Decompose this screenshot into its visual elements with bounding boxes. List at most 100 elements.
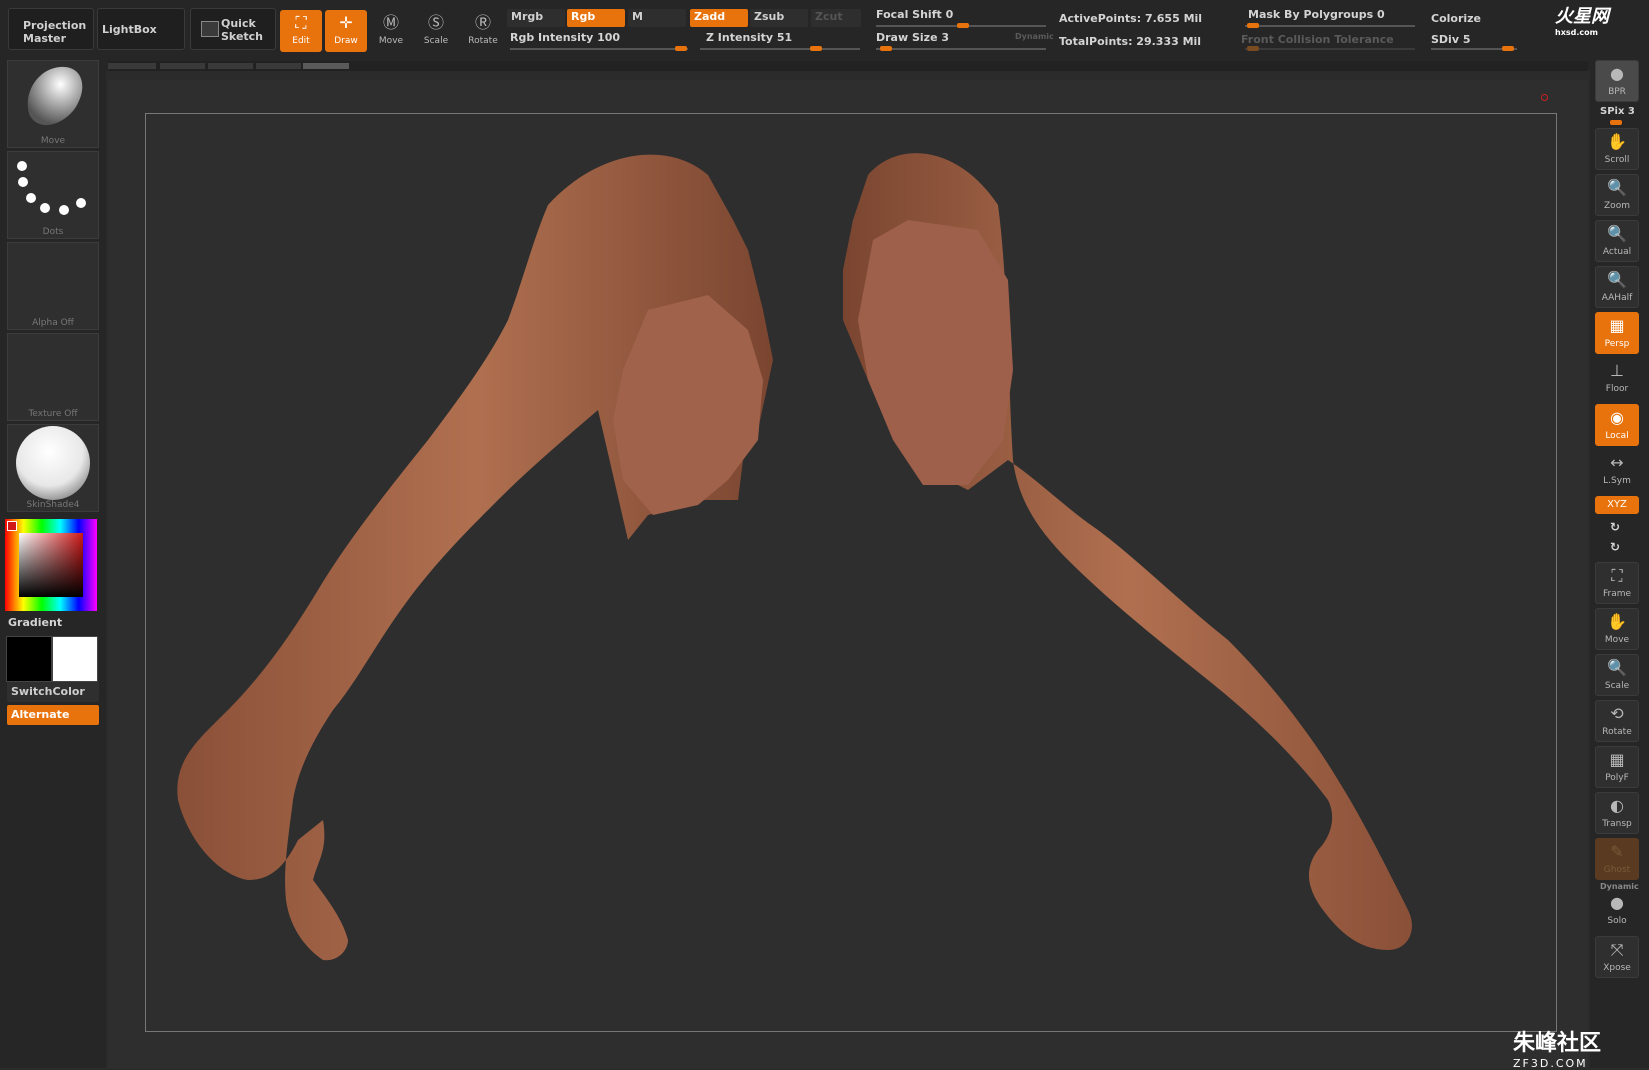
rotate-view-button[interactable]: ⟲ Rotate — [1595, 700, 1639, 742]
floor-icon: ⊥ — [1610, 361, 1624, 380]
sdiv-label: SDiv 5 — [1431, 33, 1471, 46]
aahalf-label: AAHalf — [1601, 293, 1633, 303]
rotate-tool-button[interactable]: Ⓡ Rotate — [462, 10, 504, 52]
switchcolor-button[interactable]: SwitchColor — [7, 682, 99, 702]
sdiv-knob[interactable] — [1502, 46, 1514, 51]
front-collision-slider[interactable] — [1245, 48, 1415, 50]
canvas-scroll-strip[interactable] — [108, 61, 1588, 71]
focal-shift-knob[interactable] — [957, 23, 969, 28]
edit-tool-button[interactable]: ⛶ Edit — [280, 10, 322, 52]
scale-icon: Ⓢ — [427, 13, 444, 32]
lightbox-button[interactable]: LightBox — [97, 8, 185, 50]
right-pec-mesh[interactable] — [858, 220, 1013, 485]
perspective-grid-icon: ▦ — [1609, 316, 1625, 335]
z-rotate-icon[interactable]: ↻ — [1610, 540, 1620, 554]
zcut-toggle[interactable]: Zcut — [811, 9, 861, 27]
watermark-subtext: ZF3D.COM — [1513, 1057, 1588, 1070]
actual-button[interactable]: 🔍 Actual — [1595, 220, 1639, 262]
brush-thumbnail[interactable]: Move — [7, 60, 99, 148]
zoom-button[interactable]: 🔍 Zoom — [1595, 174, 1639, 216]
persp-button[interactable]: ▦ Persp — [1595, 312, 1639, 354]
local-button[interactable]: ◉ Local — [1595, 404, 1639, 446]
actual-label: Actual — [1602, 247, 1632, 257]
lightbox-label: LightBox — [102, 23, 157, 36]
z-intensity-knob[interactable] — [810, 46, 822, 51]
move-view-button[interactable]: ✋ Move — [1595, 608, 1639, 650]
main-color-swatch[interactable] — [52, 636, 98, 682]
watermark-text: 朱峰社区 — [1513, 1031, 1602, 1056]
zf3d-watermark: 朱峰社区 ZF3D.COM — [1513, 1025, 1601, 1070]
lsym-arrows-icon: ↔ — [1610, 453, 1624, 472]
stroke-thumbnail[interactable]: Dots — [7, 151, 99, 239]
move-label: Move — [378, 36, 404, 46]
floor-button[interactable]: ⊥ Floor — [1595, 358, 1639, 400]
move-tool-button[interactable]: Ⓜ Move — [370, 10, 412, 52]
mrgb-toggle[interactable]: Mrgb — [507, 9, 565, 27]
spix-knob[interactable] — [1610, 120, 1622, 125]
front-collision-tolerance-label: Front Collision Tolerance — [1241, 33, 1394, 46]
rgb-intensity-slider[interactable] — [510, 48, 688, 50]
draw-tool-button[interactable]: ✛ Draw — [325, 10, 367, 52]
rotate-view-icon: ⟲ — [1610, 704, 1624, 723]
alternate-button[interactable]: Alternate — [7, 705, 99, 725]
spix-label: SPix 3 — [1600, 106, 1635, 117]
persp-label: Persp — [1604, 339, 1630, 349]
dots-stroke-icon — [17, 161, 86, 215]
color-picker[interactable] — [5, 519, 97, 611]
rgb-toggle[interactable]: Rgb — [567, 9, 625, 27]
dynamic-label[interactable]: Dynamic — [1015, 32, 1054, 41]
projection-master-button[interactable]: Projection Master — [8, 8, 94, 50]
color-hue-marker[interactable] — [7, 521, 17, 531]
move-brush-icon — [27, 66, 83, 126]
solo-icon: ● — [1610, 893, 1624, 912]
hand-icon: ✋ — [1607, 132, 1627, 151]
ghost-button[interactable]: ✎ Ghost — [1595, 838, 1639, 880]
m-toggle[interactable]: M — [628, 9, 686, 27]
bpr-button[interactable]: ● BPR — [1595, 60, 1639, 102]
polyf-button[interactable]: ▦ PolyF — [1595, 746, 1639, 788]
aahalf-button[interactable]: 🔍 AAHalf — [1595, 266, 1639, 308]
secondary-color-swatch[interactable] — [6, 636, 52, 682]
front-collision-knob[interactable] — [1247, 46, 1259, 51]
texture-thumbnail[interactable]: Texture Off — [7, 333, 99, 421]
lsym-button[interactable]: ↔ L.Sym — [1595, 450, 1639, 492]
draw-size-knob[interactable] — [880, 46, 892, 51]
color-saturation-square[interactable] — [19, 533, 83, 597]
material-label: SkinShade4 — [26, 500, 80, 510]
texture-label: Texture Off — [28, 409, 78, 419]
mask-polygroups-knob[interactable] — [1247, 23, 1259, 28]
mask-polygroups-slider[interactable] — [1245, 25, 1415, 27]
scale-tool-button[interactable]: Ⓢ Scale — [415, 10, 457, 52]
draw-size-label: Draw Size 3 — [876, 31, 950, 44]
zadd-toggle[interactable]: Zadd — [690, 9, 748, 27]
arm-model-viewport[interactable] — [108, 80, 1588, 1068]
transp-label: Transp — [1602, 819, 1632, 829]
quick-sketch-label-1: Quick — [221, 17, 256, 30]
scroll-button[interactable]: ✋ Scroll — [1595, 128, 1639, 170]
rgb-intensity-knob[interactable] — [675, 46, 687, 51]
xpose-button[interactable]: ⤧ Xpose — [1595, 936, 1639, 978]
quick-sketch-button[interactable]: Quick Sketch — [190, 8, 276, 50]
scroll-thumb[interactable] — [303, 63, 349, 69]
solo-button[interactable]: ● Solo — [1595, 890, 1639, 932]
alpha-thumbnail[interactable]: Alpha Off — [7, 242, 99, 330]
left-arm-mesh[interactable] — [177, 154, 773, 961]
frame-label: Frame — [1602, 589, 1632, 599]
y-rotate-icon[interactable]: ↻ — [1610, 520, 1620, 534]
rotate-icon: Ⓡ — [474, 13, 491, 32]
scale-view-button[interactable]: 🔍 Scale — [1595, 654, 1639, 696]
xyz-button[interactable]: XYZ — [1595, 496, 1639, 514]
draw-size-slider[interactable] — [876, 48, 1046, 50]
frame-button[interactable]: ⛶ Frame — [1595, 562, 1639, 604]
colorize-toggle[interactable]: Colorize — [1431, 12, 1481, 25]
logo-text: 火星网 — [1555, 6, 1609, 27]
gradient-label: Gradient — [8, 616, 63, 629]
move-icon: Ⓜ — [382, 13, 399, 32]
projection-master-label-1: Projection — [23, 19, 87, 32]
transp-button[interactable]: ◐ Transp — [1595, 792, 1639, 834]
z-intensity-slider[interactable] — [700, 48, 860, 50]
zsub-toggle[interactable]: Zsub — [750, 9, 808, 27]
material-thumbnail[interactable]: SkinShade4 — [7, 424, 99, 512]
polyf-label: PolyF — [1605, 773, 1629, 783]
actual-magnifier-icon: 🔍 — [1607, 224, 1627, 243]
